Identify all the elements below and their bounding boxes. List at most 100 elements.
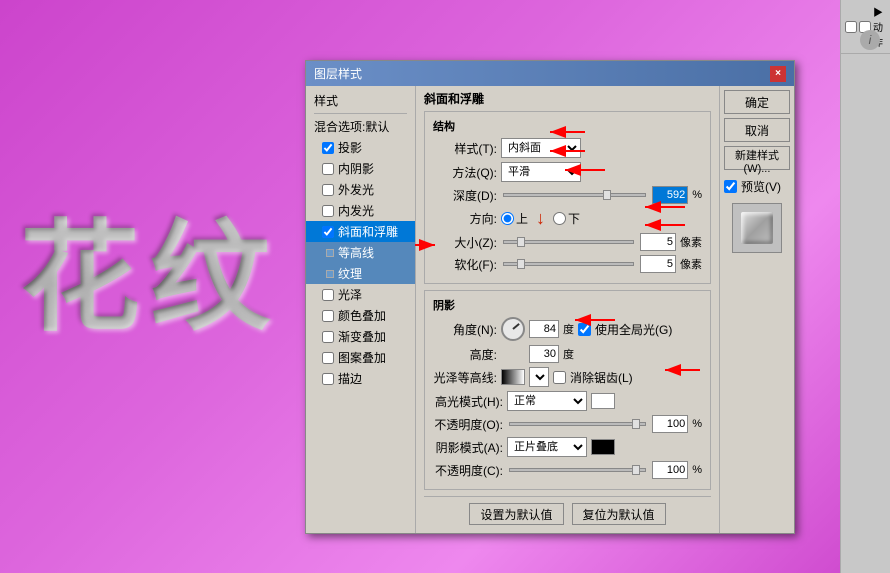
highlight-opacity-input[interactable] bbox=[652, 415, 688, 433]
sidebar-innershadow-label: 内阴影 bbox=[338, 160, 374, 177]
sidebar-satin-checkbox[interactable] bbox=[322, 289, 334, 301]
shadow-mode-row: 阴影模式(A): 正片叠底 bbox=[433, 437, 702, 457]
method-select[interactable]: 平滑 雕刻清晰 雕刻柔和 bbox=[501, 162, 581, 182]
shadow-opacity-label: 不透明度(C): bbox=[433, 462, 503, 479]
shadow-mode-select[interactable]: 正片叠底 bbox=[507, 437, 587, 457]
angle-input[interactable] bbox=[529, 320, 559, 338]
soften-input[interactable] bbox=[640, 255, 676, 273]
antialias-checkbox[interactable] bbox=[553, 371, 566, 384]
shadow-color-swatch[interactable] bbox=[591, 439, 615, 455]
sidebar-outerglow-checkbox[interactable] bbox=[322, 184, 334, 196]
depth-input[interactable] bbox=[652, 186, 688, 204]
preview-checkbox[interactable] bbox=[724, 180, 737, 193]
shadow-opacity-unit: % bbox=[692, 464, 702, 476]
highlight-opacity-unit: % bbox=[692, 418, 702, 430]
sidebar-item-outerglow[interactable]: 外发光 bbox=[306, 179, 415, 200]
dialog-actions: 确定 取消 新建样式(W)... 预览(V) bbox=[719, 86, 794, 533]
sidebar-item-innerglow[interactable]: 内发光 bbox=[306, 200, 415, 221]
sidebar-item-patternoverlay[interactable]: 图案叠加 bbox=[306, 347, 415, 368]
sidebar-item-coloroverlay[interactable]: 颜色叠加 bbox=[306, 305, 415, 326]
sidebar-blend-label: 混合选项:默认 bbox=[314, 118, 389, 135]
sidebar-patternoverlay-label: 图案叠加 bbox=[338, 349, 386, 366]
preview-label[interactable]: 预览(V) bbox=[724, 178, 790, 195]
soften-slider[interactable] bbox=[503, 262, 634, 266]
sidebar-item-dropshadow[interactable]: 投影 bbox=[306, 137, 415, 158]
sidebar-item-gradientoverlay[interactable]: 渐变叠加 bbox=[306, 326, 415, 347]
global-light-label[interactable]: 使用全局光(G) bbox=[578, 321, 672, 338]
sidebar-bevel-checkbox[interactable] bbox=[322, 226, 334, 238]
highlight-opacity-row: 不透明度(O): % bbox=[433, 415, 702, 433]
style-select[interactable]: 内斜面 外斜面 浮雕效果 枕状浮雕 描边浮雕 bbox=[501, 138, 581, 158]
angle-label: 角度(N): bbox=[433, 321, 497, 338]
sidebar-item-texture[interactable]: 纹理 bbox=[306, 263, 415, 284]
sidebar-item-blend[interactable]: 混合选项:默认 bbox=[306, 116, 415, 137]
height-row: 高度: 度 bbox=[433, 345, 702, 363]
global-light-text: 使用全局光(G) bbox=[595, 321, 672, 338]
depth-row: 深度(D): % bbox=[433, 186, 702, 204]
preview-box bbox=[732, 203, 782, 253]
layer-style-dialog: 图层样式 × 样式 混合选项:默认 投影 内阴影 外发光 bbox=[305, 60, 795, 534]
bottom-buttons: 设置为默认值 复位为默认值 bbox=[424, 496, 711, 529]
highlight-mode-select[interactable]: 正常 bbox=[507, 391, 587, 411]
sidebar-dropshadow-checkbox[interactable] bbox=[322, 142, 334, 154]
direction-down-radio[interactable] bbox=[553, 212, 566, 225]
sidebar-gradientoverlay-label: 渐变叠加 bbox=[338, 328, 386, 345]
ok-button[interactable]: 确定 bbox=[724, 90, 790, 114]
sidebar-item-innershadow[interactable]: 内阴影 bbox=[306, 158, 415, 179]
angle-dial[interactable] bbox=[501, 317, 525, 341]
sidebar-stroke-label: 描边 bbox=[338, 370, 362, 387]
angle-degree: 度 bbox=[563, 321, 574, 337]
highlight-color-swatch[interactable] bbox=[591, 393, 615, 409]
size-unit: 像素 bbox=[680, 234, 702, 250]
gloss-select[interactable]: ▼ bbox=[529, 367, 549, 387]
sidebar-stroke-checkbox[interactable] bbox=[322, 373, 334, 385]
height-input[interactable] bbox=[529, 345, 559, 363]
shadow-opacity-slider[interactable] bbox=[509, 468, 646, 472]
sidebar-contour-label: 等高线 bbox=[338, 244, 374, 261]
sidebar-coloroverlay-checkbox[interactable] bbox=[322, 310, 334, 322]
antialias-label[interactable]: 消除锯齿(L) bbox=[553, 369, 633, 386]
direction-down-label[interactable]: 下 bbox=[553, 210, 580, 227]
new-style-button[interactable]: 新建样式(W)... bbox=[724, 146, 790, 170]
direction-up-text: 上 bbox=[516, 210, 528, 227]
global-light-checkbox[interactable] bbox=[578, 323, 591, 336]
sidebar-item-stroke[interactable]: 描边 bbox=[306, 368, 415, 389]
shadow-opacity-input[interactable] bbox=[652, 461, 688, 479]
highlight-opacity-slider[interactable] bbox=[509, 422, 646, 426]
antialias-text: 消除锯齿(L) bbox=[570, 369, 633, 386]
direction-up-radio[interactable] bbox=[501, 212, 514, 225]
gloss-swatch[interactable] bbox=[501, 369, 525, 385]
style-row: 样式(T): 内斜面 外斜面 浮雕效果 枕状浮雕 描边浮雕 bbox=[433, 138, 702, 158]
height-label: 高度: bbox=[433, 346, 497, 363]
depth-slider[interactable] bbox=[503, 193, 646, 197]
dialog-titlebar: 图层样式 × bbox=[306, 61, 794, 86]
cancel-button[interactable]: 取消 bbox=[724, 118, 790, 142]
sidebar-bevel-label: 斜面和浮雕 bbox=[338, 223, 398, 240]
sidebar-item-satin[interactable]: 光泽 bbox=[306, 284, 415, 305]
size-input[interactable] bbox=[640, 233, 676, 251]
sidebar-item-bevel[interactable]: 斜面和浮雕 bbox=[306, 221, 415, 242]
direction-arrow-icon: ↓ bbox=[536, 208, 545, 229]
sidebar-item-contour[interactable]: 等高线 bbox=[306, 242, 415, 263]
direction-up-label[interactable]: 上 bbox=[501, 210, 528, 227]
gloss-row: 光泽等高线: ▼ 消除锯齿(L) bbox=[433, 367, 702, 387]
sidebar-patternoverlay-checkbox[interactable] bbox=[322, 352, 334, 364]
depth-unit: % bbox=[692, 189, 702, 201]
sidebar-innershadow-checkbox[interactable] bbox=[322, 163, 334, 175]
sidebar-coloroverlay-label: 颜色叠加 bbox=[338, 307, 386, 324]
direction-row: 方向: 上 ↓ 下 bbox=[433, 208, 702, 229]
size-slider[interactable] bbox=[503, 240, 634, 244]
shading-section: 阴影 角度(N): 度 使用全局光(G) 高度: bbox=[424, 290, 711, 490]
reset-default-button[interactable]: 复位为默认值 bbox=[572, 503, 666, 525]
main-section-title: 斜面和浮雕 bbox=[424, 90, 711, 107]
sidebar-gradientoverlay-checkbox[interactable] bbox=[322, 331, 334, 343]
right-panel-checkbox[interactable] bbox=[845, 21, 857, 33]
angle-row: 角度(N): 度 使用全局光(G) bbox=[433, 317, 702, 341]
dialog-close-button[interactable]: × bbox=[770, 66, 786, 82]
direction-down-text: 下 bbox=[568, 210, 580, 227]
highlight-mode-row: 高光模式(H): 正常 bbox=[433, 391, 702, 411]
preview-inner bbox=[741, 212, 773, 244]
sidebar-innerglow-checkbox[interactable] bbox=[322, 205, 334, 217]
structure-section: 结构 样式(T): 内斜面 外斜面 浮雕效果 枕状浮雕 描边浮雕 方法(Q): bbox=[424, 111, 711, 284]
set-default-button[interactable]: 设置为默认值 bbox=[469, 503, 563, 525]
